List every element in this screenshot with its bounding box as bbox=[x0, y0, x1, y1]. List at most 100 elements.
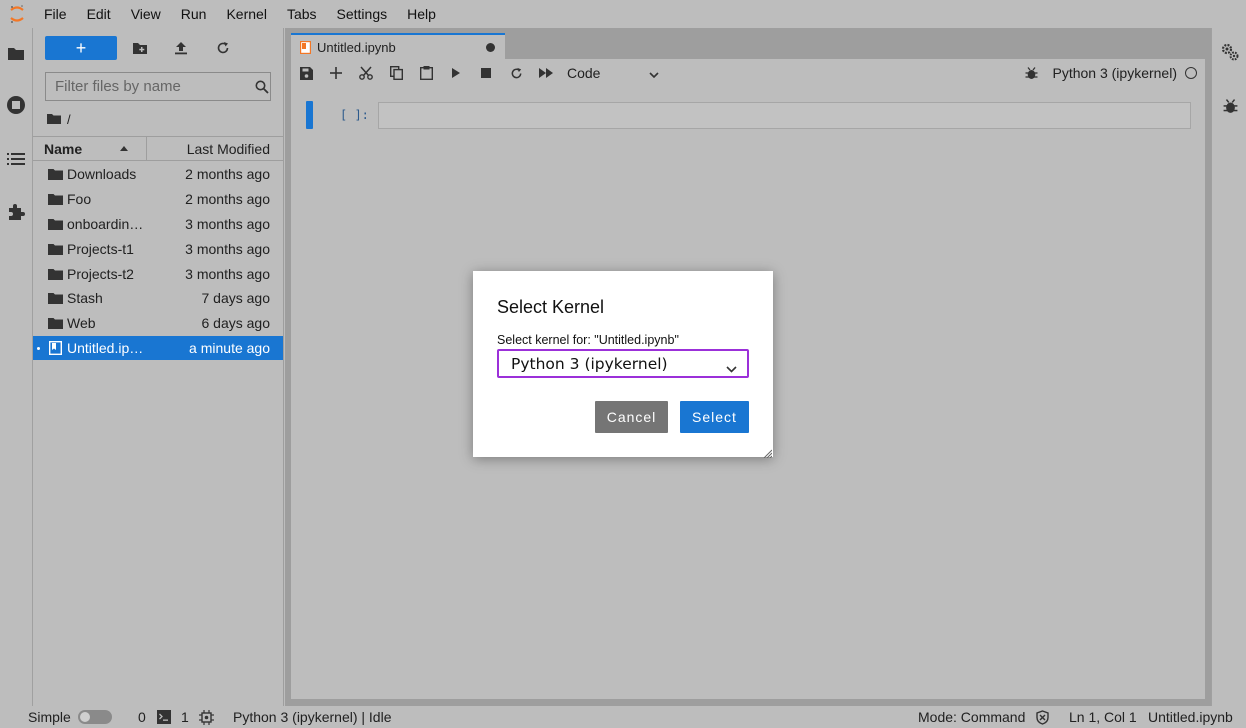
menu-settings[interactable]: Settings bbox=[327, 0, 398, 28]
tab-untitled-notebook[interactable]: Untitled.ipynb bbox=[291, 33, 505, 59]
trusted-shield-icon[interactable] bbox=[1035, 706, 1050, 728]
chevron-down-icon bbox=[649, 65, 659, 81]
kernel-indicator: Python 3 (ipykernel) bbox=[1025, 59, 1197, 87]
stop-icon[interactable] bbox=[471, 59, 501, 87]
file-modified: 2 months ago bbox=[185, 191, 270, 208]
right-sidebar bbox=[1211, 28, 1246, 706]
restart-icon[interactable] bbox=[501, 59, 531, 87]
kernel-status-text[interactable]: Python 3 (ipykernel) | Idle bbox=[233, 706, 392, 728]
status-bar: Simple 0 1 Python 3 (ipykernel) | Idle M… bbox=[0, 706, 1246, 728]
run-icon[interactable] bbox=[441, 59, 471, 87]
file-name: Foo bbox=[67, 191, 92, 208]
simple-mode-toggle[interactable] bbox=[78, 706, 112, 728]
cell-type-select[interactable]: Code bbox=[567, 65, 659, 81]
file-name: Projects-t2 bbox=[67, 265, 134, 282]
debugger-icon[interactable] bbox=[1025, 66, 1038, 80]
dialog-title: Select Kernel bbox=[497, 297, 605, 317]
cell-input-editor[interactable] bbox=[378, 102, 1191, 129]
add-cell-icon[interactable] bbox=[321, 59, 351, 87]
paste-icon[interactable] bbox=[411, 59, 441, 87]
folder-icon bbox=[33, 168, 67, 181]
filter-files-input[interactable] bbox=[46, 78, 254, 95]
menu-bar: File Edit View Run Kernel Tabs Settings … bbox=[0, 0, 1246, 28]
file-row-untitled-notebook[interactable]: Untitled.ip… a minute ago bbox=[33, 335, 283, 361]
menu-edit[interactable]: Edit bbox=[77, 0, 121, 28]
file-row-projects-t2[interactable]: Projects-t2 3 months ago bbox=[33, 261, 283, 286]
running-kernels-icon[interactable] bbox=[5, 94, 27, 116]
folder-icon bbox=[33, 218, 67, 230]
table-of-contents-icon[interactable] bbox=[5, 148, 27, 170]
left-sidebar bbox=[0, 28, 33, 706]
upload-icon[interactable] bbox=[170, 38, 192, 58]
kernel-chip-icon[interactable] bbox=[199, 706, 214, 728]
resize-handle-icon[interactable] bbox=[762, 446, 773, 459]
notebook-toolbar: Code Python 3 (ipykernel) bbox=[291, 59, 1205, 87]
cell-prompt: [ ]: bbox=[340, 108, 369, 122]
search-icon bbox=[254, 80, 270, 94]
column-modified-header[interactable]: Last Modified bbox=[147, 141, 283, 157]
kernel-name[interactable]: Python 3 (ipykernel) bbox=[1052, 65, 1177, 81]
file-name: Untitled.ip… bbox=[67, 339, 144, 356]
menu-kernel[interactable]: Kernel bbox=[216, 0, 276, 28]
cut-icon[interactable] bbox=[351, 59, 381, 87]
notebook-icon bbox=[300, 40, 311, 54]
new-folder-icon[interactable] bbox=[129, 38, 151, 58]
file-modified: 3 months ago bbox=[185, 215, 270, 232]
menu-tabs[interactable]: Tabs bbox=[277, 0, 327, 28]
file-name: Downloads bbox=[67, 166, 137, 183]
folder-icon[interactable] bbox=[5, 42, 27, 64]
unsaved-indicator-icon[interactable] bbox=[486, 42, 495, 52]
cell-type-value: Code bbox=[567, 65, 601, 81]
tab-title: Untitled.ipynb bbox=[317, 39, 396, 55]
breadcrumb: / bbox=[47, 110, 71, 128]
simple-mode-label: Simple bbox=[28, 709, 71, 725]
tab-bar: Untitled.ipynb bbox=[285, 28, 1211, 59]
cancel-button[interactable]: Cancel bbox=[595, 401, 668, 433]
folder-icon bbox=[33, 292, 67, 305]
running-indicator bbox=[37, 346, 40, 350]
debugger-icon[interactable] bbox=[1219, 95, 1241, 117]
menu-help[interactable]: Help bbox=[397, 0, 446, 28]
dialog-label: Select kernel for: "Untitled.ipynb" bbox=[497, 333, 679, 347]
file-modified: 2 months ago bbox=[185, 166, 270, 183]
folder-icon bbox=[33, 317, 67, 330]
copy-icon[interactable] bbox=[381, 59, 411, 87]
file-row-downloads[interactable]: Downloads 2 months ago bbox=[33, 162, 283, 187]
sort-ascending-icon bbox=[120, 146, 128, 151]
refresh-icon[interactable] bbox=[212, 38, 234, 58]
file-row-stash[interactable]: Stash 7 days ago bbox=[33, 286, 283, 311]
kernel-select[interactable]: Python 3 (ipykernel) bbox=[497, 349, 749, 378]
terminals-count: 0 bbox=[138, 709, 146, 725]
extensions-icon[interactable] bbox=[5, 201, 27, 223]
file-modified: 3 months ago bbox=[185, 265, 270, 282]
column-name-header[interactable]: Name bbox=[33, 137, 147, 160]
home-folder-icon[interactable] bbox=[47, 112, 61, 127]
menu-file[interactable]: File bbox=[34, 0, 77, 28]
notebook-mode: Mode: Command bbox=[918, 709, 1026, 725]
fast-forward-icon[interactable] bbox=[531, 59, 561, 87]
folder-icon bbox=[33, 243, 67, 255]
file-browser: + / Name Last Modified Downloads 2 month… bbox=[33, 28, 284, 706]
save-icon[interactable] bbox=[291, 59, 321, 87]
property-inspector-icon[interactable] bbox=[1219, 41, 1241, 63]
file-row-projects-t1[interactable]: Projects-t1 3 months ago bbox=[33, 236, 283, 261]
new-launcher-button[interactable]: + bbox=[45, 36, 117, 60]
file-row-onboarding[interactable]: onboardin… 3 months ago bbox=[33, 212, 283, 237]
file-modified: 6 days ago bbox=[201, 315, 271, 332]
menu-view[interactable]: View bbox=[121, 0, 171, 28]
cursor-position[interactable]: Ln 1, Col 1 bbox=[1069, 706, 1137, 728]
jupyter-logo-icon[interactable] bbox=[0, 0, 34, 28]
folder-icon bbox=[33, 268, 67, 280]
cell-collapser[interactable] bbox=[306, 101, 313, 129]
select-kernel-dialog: Select Kernel Select kernel for: "Untitl… bbox=[473, 271, 773, 459]
file-list: Downloads 2 months ago Foo 2 months ago … bbox=[33, 162, 283, 361]
code-cell[interactable]: [ ]: bbox=[306, 101, 1192, 131]
menu-run[interactable]: Run bbox=[171, 0, 217, 28]
breadcrumb-root[interactable]: / bbox=[67, 112, 71, 127]
file-row-web[interactable]: Web 6 days ago bbox=[33, 311, 283, 336]
file-name: Web bbox=[67, 315, 96, 332]
chevron-down-icon bbox=[726, 359, 737, 377]
file-row-foo[interactable]: Foo 2 months ago bbox=[33, 187, 283, 212]
terminal-icon[interactable] bbox=[157, 706, 171, 728]
select-button[interactable]: Select bbox=[680, 401, 749, 433]
